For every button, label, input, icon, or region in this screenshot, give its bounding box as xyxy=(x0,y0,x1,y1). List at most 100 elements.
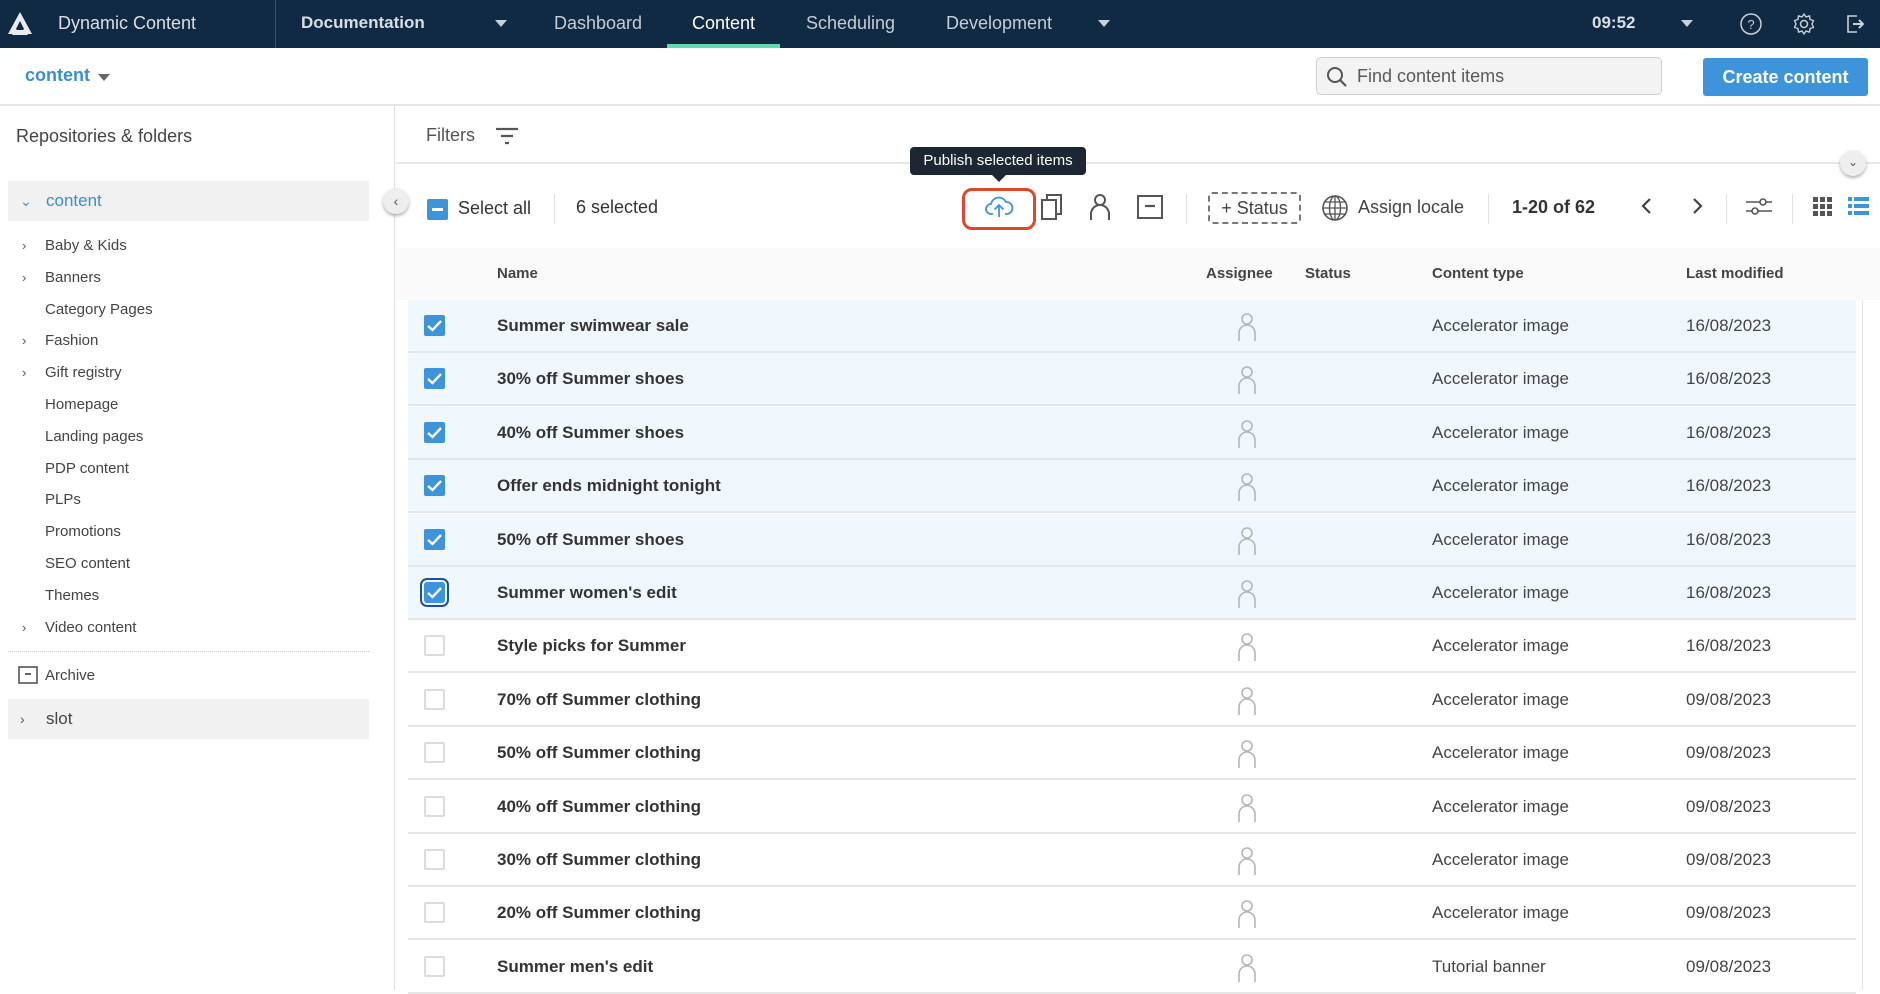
help-icon[interactable]: ? xyxy=(1739,12,1763,36)
item-name[interactable]: 70% off Summer clothing xyxy=(497,690,701,710)
item-name[interactable]: 50% off Summer shoes xyxy=(497,530,684,550)
column-settings-icon[interactable] xyxy=(1744,194,1774,218)
assign-user-icon[interactable] xyxy=(1086,192,1114,222)
next-page-icon[interactable] xyxy=(1685,194,1709,218)
folder-gift-registry[interactable]: › Gift registry xyxy=(0,359,370,389)
chevron-right-icon[interactable]: › xyxy=(20,711,25,727)
column-header-assignee[interactable]: Assignee xyxy=(1206,265,1273,282)
unassigned-user-icon[interactable] xyxy=(1236,419,1258,449)
add-status-button[interactable]: + Status xyxy=(1208,192,1301,224)
row-checkbox[interactable] xyxy=(424,902,445,924)
table-row[interactable]: Summer swimwear sale Accelerator image 16/… xyxy=(408,300,1856,353)
unassigned-user-icon[interactable] xyxy=(1236,686,1258,716)
folder-themes[interactable]: Themes xyxy=(0,582,370,612)
item-name[interactable]: Summer men's edit xyxy=(497,957,653,977)
hub-selector[interactable]: Documentation xyxy=(301,13,425,33)
cloud-upload-icon[interactable] xyxy=(984,192,1014,222)
row-checkbox[interactable] xyxy=(424,795,445,817)
chevron-right-icon[interactable]: › xyxy=(22,238,26,253)
assign-locale-button[interactable]: Assign locale xyxy=(1358,197,1464,218)
repository-slot[interactable]: › slot xyxy=(8,699,369,739)
column-header-name[interactable]: Name xyxy=(497,265,538,282)
repository-switch[interactable]: content xyxy=(25,65,90,86)
unassigned-user-icon[interactable] xyxy=(1236,846,1258,876)
item-name[interactable]: Style picks for Summer xyxy=(497,636,686,656)
folder-baby-kids[interactable]: › Baby & Kids xyxy=(0,232,370,262)
table-row[interactable]: 40% off Summer clothing Accelerator image… xyxy=(408,781,1856,834)
filters-button[interactable]: Filters xyxy=(426,125,475,146)
chevron-right-icon[interactable]: › xyxy=(22,620,26,635)
table-row[interactable]: 50% off Summer clothing Accelerator image… xyxy=(408,727,1856,781)
unassigned-user-icon[interactable] xyxy=(1236,899,1258,929)
item-name[interactable]: 30% off Summer clothing xyxy=(497,850,701,870)
row-checkbox[interactable] xyxy=(424,528,445,550)
chevron-right-icon[interactable]: › xyxy=(22,270,26,285)
nav-tab-dashboard[interactable]: Dashboard xyxy=(554,13,642,34)
table-row[interactable]: Summer men's edit Tutorial banner 09/08/20… xyxy=(408,941,1856,994)
column-header-last-modified[interactable]: Last modified xyxy=(1686,265,1784,282)
table-row[interactable]: 40% off Summer shoes Accelerator image 16/… xyxy=(408,406,1856,460)
row-checkbox[interactable] xyxy=(424,368,445,390)
archive-folder[interactable]: Archive xyxy=(0,662,370,692)
row-checkbox[interactable] xyxy=(424,955,445,977)
table-row[interactable]: 30% off Summer shoes Accelerator image 16/… xyxy=(408,353,1856,407)
unassigned-user-icon[interactable] xyxy=(1236,472,1258,502)
folder-plps[interactable]: PLPs xyxy=(0,486,370,516)
select-all-checkbox[interactable] xyxy=(427,199,448,220)
chevron-right-icon[interactable]: › xyxy=(22,365,26,380)
table-row[interactable]: Summer women's edit Accelerator image 16/0… xyxy=(408,567,1856,620)
row-checkbox[interactable] xyxy=(424,315,445,336)
folder-fashion[interactable]: › Fashion xyxy=(0,327,370,357)
nav-tab-content[interactable]: Content xyxy=(692,13,755,34)
nav-tab-development[interactable]: Development xyxy=(946,13,1052,34)
item-name[interactable]: 50% off Summer clothing xyxy=(497,743,701,763)
copy-icon[interactable] xyxy=(1038,192,1066,222)
item-name[interactable]: 20% off Summer clothing xyxy=(497,903,701,923)
table-row[interactable]: 50% off Summer shoes Accelerator image 16/… xyxy=(408,513,1856,567)
folder-seo-content[interactable]: SEO content xyxy=(0,550,370,580)
nav-tab-scheduling[interactable]: Scheduling xyxy=(806,13,895,34)
table-row[interactable]: Offer ends midnight tonight Accelerator i… xyxy=(408,460,1856,514)
grid-view-icon[interactable] xyxy=(1810,194,1834,218)
folder-category-pages[interactable]: Category Pages xyxy=(0,296,370,326)
unassigned-user-icon[interactable] xyxy=(1236,953,1258,983)
filter-icon[interactable] xyxy=(494,126,520,146)
item-name[interactable]: Summer swimwear sale xyxy=(497,316,689,336)
item-name[interactable]: Offer ends midnight tonight xyxy=(497,476,721,496)
table-row[interactable]: Style picks for Summer Accelerator image 1… xyxy=(408,620,1856,674)
item-name[interactable]: 30% off Summer shoes xyxy=(497,369,684,389)
unassigned-user-icon[interactable] xyxy=(1236,579,1258,609)
list-view-icon[interactable] xyxy=(1846,194,1870,218)
logout-icon[interactable] xyxy=(1843,12,1867,36)
chevron-down-icon[interactable]: ⌄ xyxy=(20,193,32,210)
table-scrollbar[interactable] xyxy=(1862,300,1863,990)
create-content-button[interactable]: Create content xyxy=(1703,58,1868,96)
unassigned-user-icon[interactable] xyxy=(1236,365,1258,395)
folder-video-content[interactable]: › Video content xyxy=(0,614,370,644)
folder-landing-pages[interactable]: Landing pages xyxy=(0,423,370,453)
development-dropdown-caret-icon[interactable] xyxy=(1098,20,1110,27)
repository-dropdown-caret-icon[interactable] xyxy=(98,74,110,81)
unassigned-user-icon[interactable] xyxy=(1236,739,1258,769)
user-menu-caret-icon[interactable] xyxy=(1681,20,1693,27)
row-checkbox[interactable] xyxy=(424,635,445,657)
unassigned-user-icon[interactable] xyxy=(1236,632,1258,662)
select-all-label[interactable]: Select all xyxy=(458,198,531,219)
row-checkbox[interactable] xyxy=(424,742,445,764)
archive-icon[interactable] xyxy=(1136,192,1164,222)
folder-banners[interactable]: › Banners xyxy=(0,264,370,294)
table-row[interactable]: 70% off Summer clothing Accelerator image… xyxy=(408,674,1856,727)
row-checkbox[interactable] xyxy=(420,578,449,607)
unassigned-user-icon[interactable] xyxy=(1236,793,1258,823)
item-name[interactable]: Summer women's edit xyxy=(497,583,677,603)
folder-promotions[interactable]: Promotions xyxy=(0,518,370,548)
unassigned-user-icon[interactable] xyxy=(1236,526,1258,556)
search-input[interactable] xyxy=(1357,58,1653,94)
row-checkbox[interactable] xyxy=(424,849,445,870)
row-checkbox[interactable] xyxy=(424,688,445,710)
folder-homepage[interactable]: Homepage xyxy=(0,391,370,421)
column-header-content-type[interactable]: Content type xyxy=(1432,265,1524,282)
column-header-status[interactable]: Status xyxy=(1305,265,1351,282)
row-checkbox[interactable] xyxy=(424,475,445,497)
item-name[interactable]: 40% off Summer shoes xyxy=(497,423,684,443)
